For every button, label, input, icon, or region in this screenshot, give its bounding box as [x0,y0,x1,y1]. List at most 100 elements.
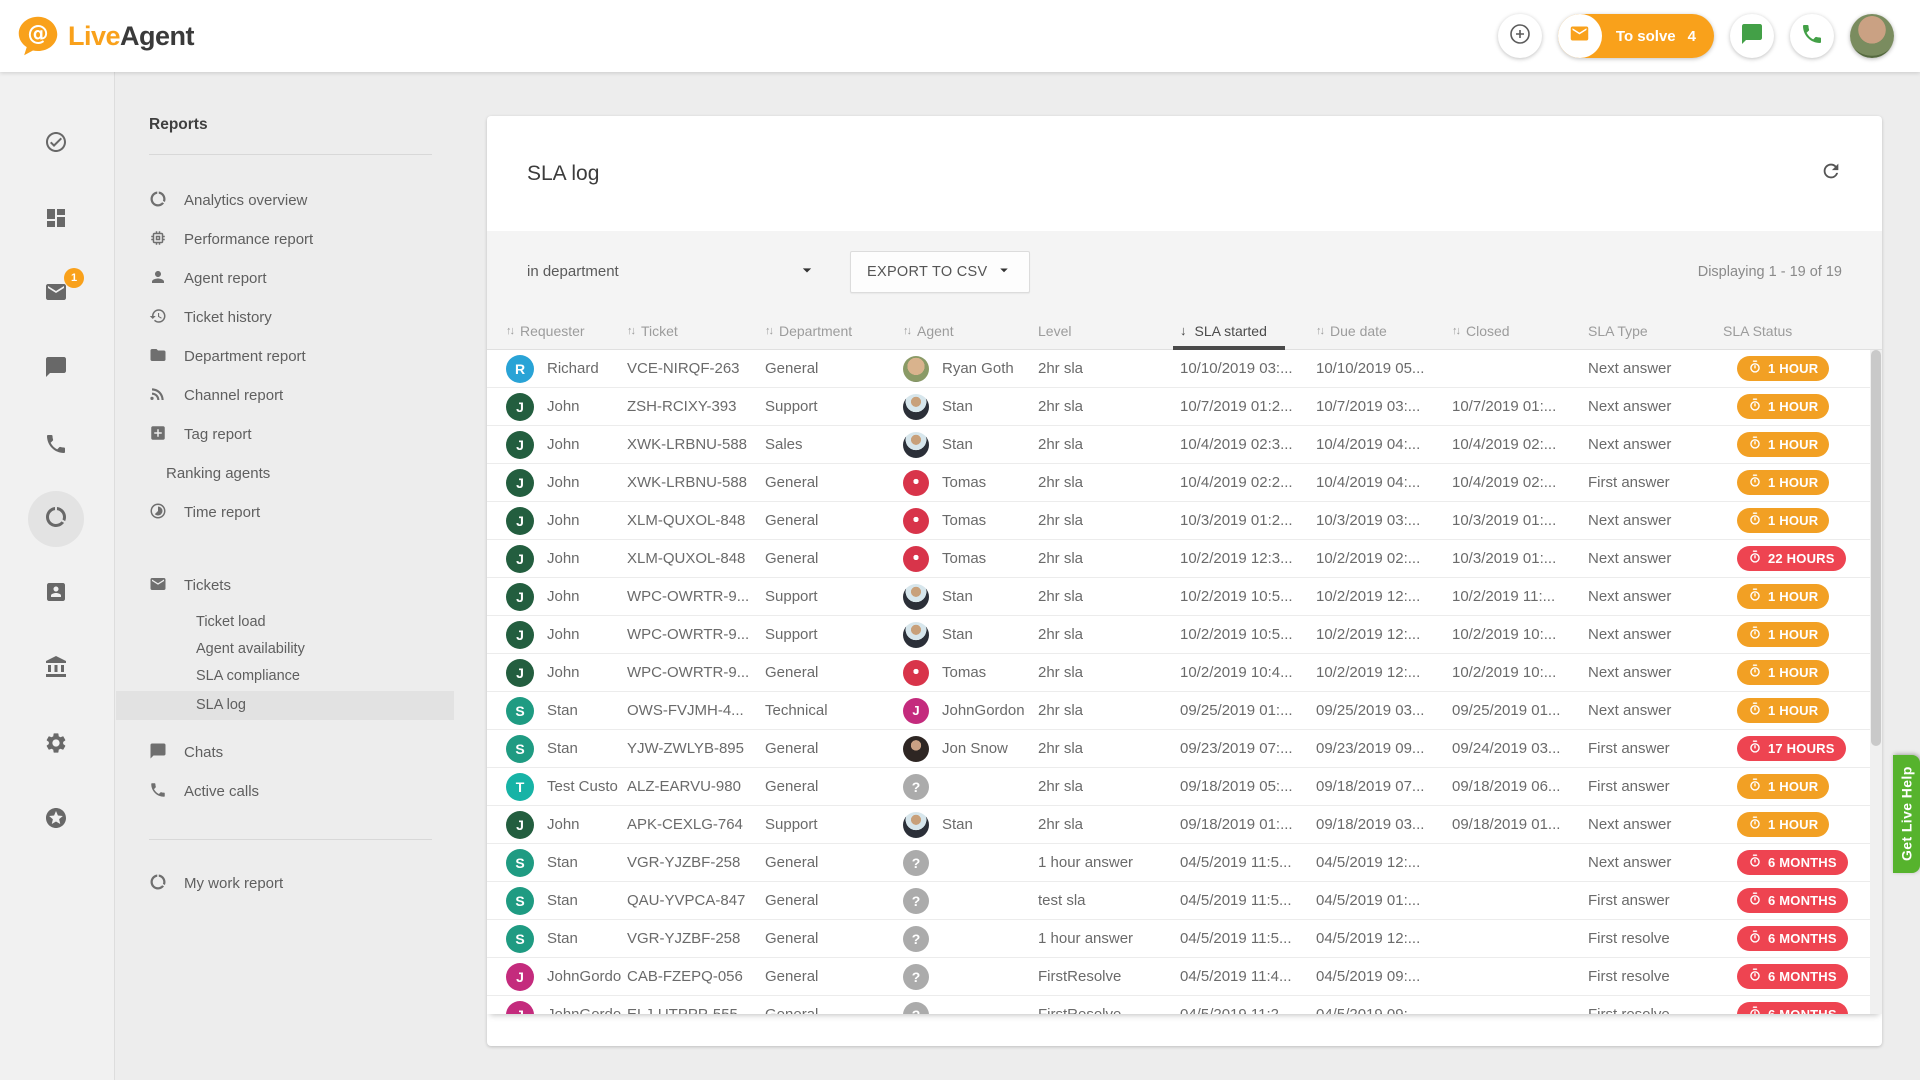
column-header-closed[interactable]: ↑↓Closed [1452,323,1588,339]
rail-item-contacts[interactable] [34,572,78,616]
status-badge-label: 1 HOUR [1768,437,1818,452]
sidebar-subitem-agent-availability[interactable]: Agent availability [149,636,432,663]
table-row[interactable]: JJohnZSH-RCIXY-393SupportStan2hr sla10/7… [487,388,1882,426]
sla-type-cell: First resolve [1588,968,1723,985]
ticket-code-cell: WPC-OWRTR-9... [627,626,765,643]
rail-item-calls[interactable] [34,424,78,468]
rail-item-reports[interactable] [28,491,84,547]
requester-avatar: J [506,545,534,573]
sla-type-cell: First answer [1588,892,1723,909]
table-row[interactable]: JJohnWPC-OWRTR-9...SupportStan2hr sla10/… [487,616,1882,654]
refresh-button[interactable] [1816,159,1846,189]
timer-icon [1748,474,1762,491]
to-solve-count: 4 [1688,28,1696,45]
status-badge: 6 MONTHS [1737,1002,1848,1014]
tomas-photo-avatar [903,660,929,686]
column-header-due-date[interactable]: ↑↓Due date [1316,323,1452,339]
rail-item-dashboard[interactable] [34,198,78,242]
requester-cell: JJohn [506,507,627,535]
rss-icon [149,385,167,407]
sla-status-cell: 17 HOURS [1723,736,1870,761]
liveagent-logo[interactable]: @ LiveAgent [16,14,194,58]
table-row[interactable]: SStanVGR-YJZBF-258General?1 hour answer0… [487,844,1882,882]
requester-cell: JJohn [506,393,627,421]
due-date-cell: 04/5/2019 09:... [1316,1006,1452,1014]
ticket-code-cell: ELJ-UTPPP-555 [627,1006,765,1014]
table-row[interactable]: JJohnGordoELJ-UTPPP-555General?FirstReso… [487,996,1882,1014]
column-label: Agent [917,323,954,339]
filter-bar: in department EXPORT TO CSV Displaying 1… [487,231,1882,312]
sort-both-icon: ↑↓ [903,325,910,337]
status-badge: 1 HOUR [1737,584,1829,609]
requester-name: JohnGordo [547,1006,621,1014]
agent-name: Tomas [942,474,986,491]
rail-item-rewards[interactable] [34,798,78,842]
sidebar-item-tag-report[interactable]: Tag report [149,415,432,454]
export-to-csv-button[interactable]: EXPORT TO CSV [850,251,1030,293]
table-scrollbar-thumb[interactable] [1871,350,1881,746]
table-row[interactable]: JJohnXLM-QUXOL-848GeneralTomas2hr sla10/… [487,540,1882,578]
sla-status-cell: 1 HOUR [1723,470,1870,495]
table-row[interactable]: JJohnGordoCAB-FZEPQ-056General?FirstReso… [487,958,1882,996]
sidebar-item-agent-report[interactable]: Agent report [149,259,432,298]
add-new-button[interactable] [1498,14,1542,58]
sidebar-item-time-report[interactable]: Time report [149,493,432,532]
sidebar-item-ticket-history[interactable]: Ticket history [149,298,432,337]
sidebar-item-analytics-overview[interactable]: Analytics overview [149,181,432,220]
user-avatar[interactable] [1850,14,1894,58]
column-header-requester[interactable]: ↑↓Requester [506,323,627,339]
column-header-department[interactable]: ↑↓Department [765,323,903,339]
sidebar-subitem-sla-log[interactable]: SLA log [116,691,454,720]
sidebar-item-ranking-agents[interactable]: Ranking agents [149,454,432,493]
table-row[interactable]: JJohnXWK-LRBNU-588SalesStan2hr sla10/4/2… [487,426,1882,464]
timer-icon [1748,740,1762,757]
agent-name: Tomas [942,550,986,567]
agent-cell: Tomas [903,546,1038,572]
chats-quick-button[interactable] [1730,14,1774,58]
table-row[interactable]: TTest CustoALZ-EARVU-980General?2hr sla0… [487,768,1882,806]
sidebar-subitem-ticket-load[interactable]: Ticket load [149,609,432,636]
phone-icon [1800,22,1824,51]
sidebar-item-chats[interactable]: Chats [149,733,432,772]
rail-item-chats[interactable] [34,347,78,391]
sidebar-item-active-calls[interactable]: Active calls [149,772,432,811]
table-row[interactable]: JJohnWPC-OWRTR-9...SupportStan2hr sla10/… [487,578,1882,616]
table-row[interactable]: SStanYJW-ZWLYB-895GeneralJon Snow2hr sla… [487,730,1882,768]
table-row[interactable]: JJohnXWK-LRBNU-588GeneralTomas2hr sla10/… [487,464,1882,502]
chat-icon [149,742,167,764]
column-header-agent[interactable]: ↑↓ Agent [903,323,1038,339]
requester-cell: SStan [506,887,627,915]
rail-item-tickets[interactable]: 1 [34,272,78,316]
department-cell: General [765,892,903,909]
column-header-sla-started[interactable]: ↓SLA started [1180,323,1316,339]
table-row[interactable]: SStanQAU-YVPCA-847General?test sla04/5/2… [487,882,1882,920]
to-solve-button[interactable]: To solve 4 [1558,14,1714,58]
status-badge-label: 1 HOUR [1768,627,1818,642]
sidebar-item-my-work-report[interactable]: My work report [149,864,432,903]
table-row[interactable]: SStanOWS-FVJMH-4...TechnicalJJohnGordon2… [487,692,1882,730]
sla-started-cell: 09/18/2019 01:... [1180,816,1316,833]
get-live-help-tab[interactable]: Get Live Help [1893,755,1920,873]
table-row[interactable]: JJohnXLM-QUXOL-848GeneralTomas2hr sla10/… [487,502,1882,540]
rail-item-academy[interactable] [34,647,78,691]
rail-item-settings[interactable] [34,723,78,767]
table-row[interactable]: SStanVGR-YJZBF-258General?1 hour answer0… [487,920,1882,958]
sidebar-subitem-sla-compliance[interactable]: SLA compliance [149,663,432,690]
column-header-ticket[interactable]: ↑↓Ticket [627,323,765,339]
sidebar-item-performance-report[interactable]: Performance report [149,220,432,259]
table-row[interactable]: JJohnAPK-CEXLG-764SupportStan2hr sla09/1… [487,806,1882,844]
rail-item-tasks[interactable] [34,122,78,166]
ryan-goth-photo-avatar [903,356,929,382]
ticket-code-cell: QAU-YVPCA-847 [627,892,765,909]
table-row[interactable]: JJohnWPC-OWRTR-9...GeneralTomas2hr sla10… [487,654,1882,692]
table-scrollbar-track[interactable] [1870,350,1882,1014]
table-row[interactable]: RRichardVCE-NIRQF-263GeneralRyan Goth2hr… [487,350,1882,388]
sidebar-group-tickets[interactable]: Tickets [149,566,432,605]
calls-quick-button[interactable] [1790,14,1834,58]
sidebar-item-department-report[interactable]: Department report [149,337,432,376]
requester-avatar: T [506,773,534,801]
sidebar-item-channel-report[interactable]: Channel report [149,376,432,415]
requester-cell: JJohn [506,811,627,839]
department-filter-select[interactable]: in department [527,260,817,284]
status-badge: 1 HOUR [1737,432,1829,457]
